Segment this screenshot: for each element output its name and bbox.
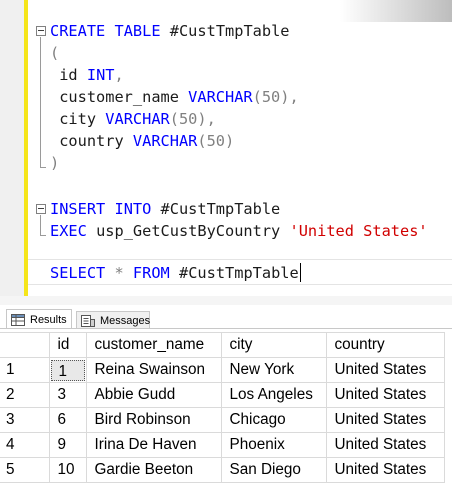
outline-guide [40,215,41,235]
outline-end [40,235,46,236]
tab-messages-label: Messages [100,314,151,327]
grid-cell[interactable]: Los Angeles [220,382,327,408]
punctuation: , [114,66,124,84]
table-row[interactable]: 1 1 Reina Swainson New York United State… [0,357,445,383]
keyword: INTO [114,200,152,218]
messages-icon [81,314,95,327]
grid-cell[interactable]: United States [325,382,445,408]
grid-cell[interactable]: United States [325,457,445,483]
keyword: VARCHAR [105,110,170,128]
grid-cell[interactable]: Gardie Beeton [85,457,222,483]
keyword: EXEC [50,222,87,240]
keyword: CREATE [50,22,106,40]
identifier: #CustTmpTable [169,22,290,40]
grid-cell[interactable]: United States [325,357,445,383]
grid-cell[interactable]: 10 [48,457,87,483]
tab-results[interactable]: Results [6,309,72,329]
punctuation: (50) [169,110,207,128]
column-header[interactable]: country [325,332,445,358]
grid-cell[interactable]: 9 [48,432,87,458]
grid-cell[interactable]: 6 [48,407,87,433]
grid-cell[interactable]: United States [325,432,445,458]
grid-cell[interactable]: Abbie Gudd [85,382,222,408]
collapse-create-icon[interactable] [36,26,46,36]
sql-editor[interactable]: CREATE TABLE #CustTmpTable ( id INT, cus… [0,0,452,300]
code-line-9: EXEC usp_GetCustByCountry 'United States… [50,220,428,242]
results-tab-strip: Results Messages [0,305,452,329]
identifier: city [59,110,97,128]
code-line-7: ) [50,154,60,172]
keyword: SELECT [50,264,106,282]
keyword: TABLE [114,22,161,40]
row-number[interactable]: 2 [0,382,50,408]
punctuation: (50) [252,88,290,106]
editor-scroll-fade [340,0,452,22]
grid-corner[interactable] [0,332,50,358]
column-header[interactable]: id [48,332,87,358]
keyword: FROM [132,264,170,282]
tab-results-label: Results [30,313,67,326]
punctuation: (50) [197,132,235,150]
identifier: customer_name [59,88,179,106]
outline-guide [40,37,41,167]
grid-cell[interactable]: Bird Robinson [85,407,222,433]
table-row[interactable]: 4 9 Irina De Haven Phoenix United States [0,432,445,458]
grid-cell[interactable]: New York [220,357,327,383]
grid-cell[interactable]: Phoenix [220,432,327,458]
keyword: VARCHAR [188,88,253,106]
collapse-insert-icon[interactable] [36,204,46,214]
identifier: #CustTmpTable [160,200,281,218]
code-line-10: SELECT * FROM #CustTmpTable [50,262,299,284]
results-grid[interactable]: id customer_name city country 1 1 Reina … [0,332,445,483]
grid-icon [11,313,25,326]
code-line-4: customer_name VARCHAR(50), [50,86,299,108]
code-line-5: city VARCHAR(50), [50,108,216,130]
tab-messages[interactable]: Messages [76,311,150,329]
identifier: #CustTmpTable [178,264,299,282]
text-cursor [300,263,301,282]
punctuation: * [114,264,124,282]
column-header[interactable]: city [220,332,327,358]
pane-splitter[interactable] [0,296,452,305]
row-number[interactable]: 3 [0,407,50,433]
row-number[interactable]: 5 [0,457,50,483]
code-line-3: id INT, [50,64,124,86]
identifier: country [59,132,124,150]
punctuation: , [289,88,299,106]
grid-cell[interactable]: 3 [48,382,87,408]
keyword: VARCHAR [132,132,198,150]
grid-header-row: id customer_name city country [0,332,445,358]
code-line-6: country VARCHAR(50) [50,130,234,152]
grid-cell[interactable]: Irina De Haven [85,432,222,458]
code-line-2: ( [50,44,60,62]
table-row[interactable]: 3 6 Bird Robinson Chicago United States [0,407,445,433]
grid-cell[interactable]: Reina Swainson [85,357,222,383]
cell-value: 1 [50,359,85,381]
grid-cell[interactable]: United States [325,407,445,433]
table-row[interactable]: 5 10 Gardie Beeton San Diego United Stat… [0,457,445,483]
grid-cell[interactable]: San Diego [220,457,327,483]
row-number[interactable]: 1 [0,357,50,383]
column-header[interactable]: customer_name [85,332,222,358]
punctuation: , [206,110,216,128]
code-line-8: INSERT INTO #CustTmpTable [50,198,280,220]
results-pane: id customer_name city country 1 1 Reina … [0,328,452,491]
identifier: usp_GetCustByCountry [96,222,281,240]
identifier: id [59,66,78,84]
code-line-1: CREATE TABLE #CustTmpTable [50,20,290,42]
table-row[interactable]: 2 3 Abbie Gudd Los Angeles United States [0,382,445,408]
keyword: INSERT [50,200,106,218]
string-literal: 'United States' [289,222,428,240]
keyword: INT [86,66,115,84]
row-number[interactable]: 4 [0,432,50,458]
grid-cell-selected[interactable]: 1 [48,357,87,383]
outline-end [40,167,46,168]
grid-cell[interactable]: Chicago [220,407,327,433]
change-tracking-bar [24,0,28,300]
